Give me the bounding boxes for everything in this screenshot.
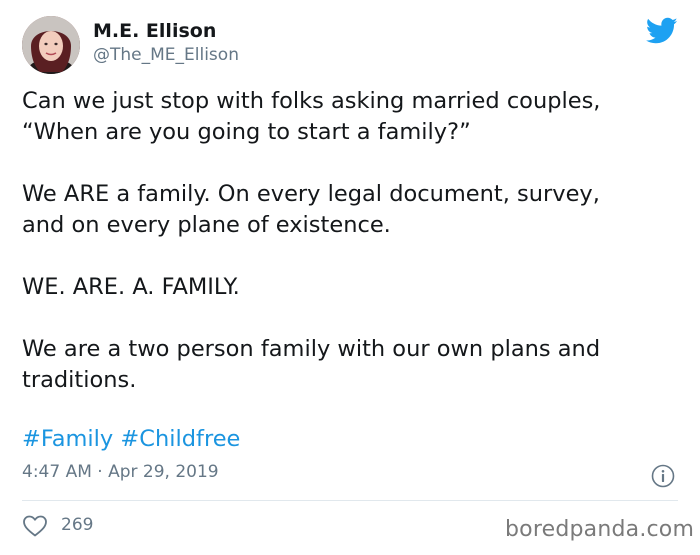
tweet-paragraph: We are a two person family with our own … <box>22 336 601 393</box>
tweet-paragraph: We ARE a family. On every legal document… <box>22 181 600 238</box>
author-handle[interactable]: @The_ME_Ellison <box>93 45 239 65</box>
hashtag-family[interactable]: #Family <box>22 426 113 452</box>
tweet-card: M.E. Ellison @The_ME_Ellison Can we just… <box>0 0 700 555</box>
tweet-timestamp[interactable]: 4:47 AM · Apr 29, 2019 <box>22 462 219 482</box>
divider <box>22 500 678 501</box>
heart-icon[interactable] <box>22 514 48 538</box>
tweet-paragraph: WE. ARE. A. FAMILY. <box>22 274 240 300</box>
tweet-paragraph: Can we just stop with folks asking marri… <box>22 88 601 145</box>
twitter-bird-icon[interactable] <box>645 17 678 45</box>
like-count: 269 <box>61 515 94 535</box>
hashtag-list: #Family #Childfree <box>22 424 240 455</box>
author-avatar[interactable] <box>22 16 80 74</box>
tweet-body: Can we just stop with folks asking marri… <box>22 86 682 427</box>
info-icon[interactable] <box>651 464 675 488</box>
hashtag-childfree[interactable]: #Childfree <box>120 426 240 452</box>
author-name[interactable]: M.E. Ellison <box>93 20 216 42</box>
source-watermark: boredpanda.com <box>505 517 695 542</box>
